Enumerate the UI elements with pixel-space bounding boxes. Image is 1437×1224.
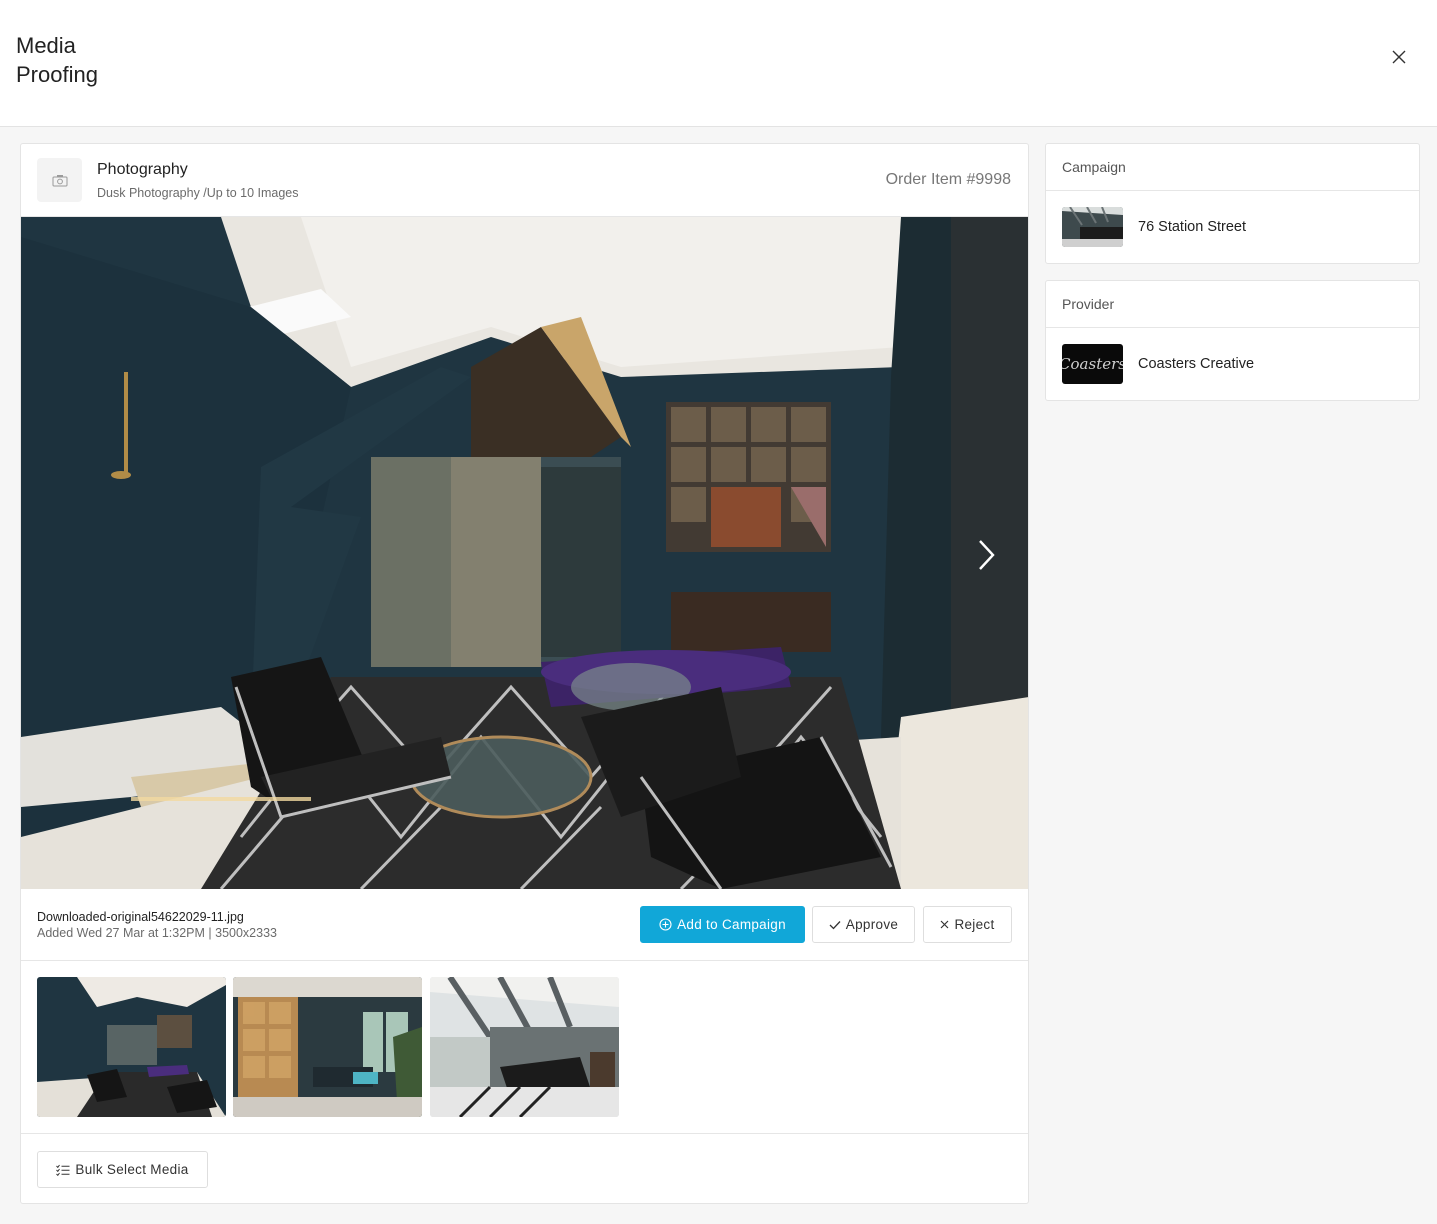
campaign-row[interactable]: 76 Station Street	[1046, 191, 1419, 263]
campaign-thumbnail	[1062, 207, 1123, 247]
provider-logo: Coasters	[1062, 344, 1123, 384]
reject-label: Reject	[954, 917, 995, 932]
main-photo-image	[21, 217, 1028, 889]
campaign-heading: Campaign	[1046, 144, 1419, 191]
page-title: Media Proofing	[16, 33, 98, 87]
checklist-icon	[56, 1164, 70, 1176]
thumbnail-1[interactable]	[37, 977, 226, 1117]
reject-button[interactable]: Reject	[923, 906, 1012, 943]
thumbnail-3[interactable]	[430, 977, 619, 1117]
media-card-header: Photography Dusk Photography /Up to 10 I…	[21, 144, 1028, 217]
provider-row[interactable]: Coasters Coasters Creative	[1046, 328, 1419, 400]
close-button[interactable]	[1384, 42, 1414, 72]
add-to-campaign-label: Add to Campaign	[677, 917, 786, 932]
close-icon	[1392, 50, 1406, 64]
provider-card: Provider Coasters Coasters Creative	[1045, 280, 1420, 401]
camera-icon-box	[37, 158, 82, 202]
service-title: Photography	[97, 161, 188, 178]
x-icon	[941, 920, 949, 929]
thumbnail-strip	[21, 961, 1028, 1134]
media-meta-row: Downloaded-original54622029-11.jpg Added…	[21, 889, 1028, 961]
service-subtitle: Dusk Photography /Up to 10 Images	[97, 186, 299, 200]
approve-label: Approve	[845, 917, 899, 932]
campaign-name: 76 Station Street	[1138, 219, 1247, 235]
approve-button[interactable]: Approve	[812, 906, 915, 943]
chevron-right-icon	[979, 540, 995, 570]
thumbnail-2[interactable]	[233, 977, 422, 1117]
campaign-card: Campaign 76 Station Street	[1045, 143, 1420, 264]
order-item-number: Order Item #9998	[885, 171, 1011, 188]
main-photo	[21, 217, 1028, 889]
next-image-button[interactable]	[971, 535, 1001, 575]
camera-icon	[52, 174, 67, 186]
media-added-info: Added Wed 27 Mar at 1:32PM | 3500x2333	[37, 926, 277, 940]
provider-name: Coasters Creative	[1138, 356, 1255, 372]
bulk-select-media-button[interactable]: Bulk Select Media	[37, 1151, 208, 1188]
plus-circle-icon	[659, 918, 672, 931]
check-icon	[829, 920, 841, 929]
bulk-select-label: Bulk Select Media	[75, 1162, 189, 1177]
media-card: Photography Dusk Photography /Up to 10 I…	[20, 143, 1029, 1204]
provider-heading: Provider	[1046, 281, 1419, 328]
add-to-campaign-button[interactable]: Add to Campaign	[640, 906, 805, 943]
media-filename: Downloaded-original54622029-11.jpg	[37, 910, 244, 924]
bulk-select-row: Bulk Select Media	[21, 1134, 1028, 1203]
modal-header: Media Proofing	[0, 0, 1437, 127]
